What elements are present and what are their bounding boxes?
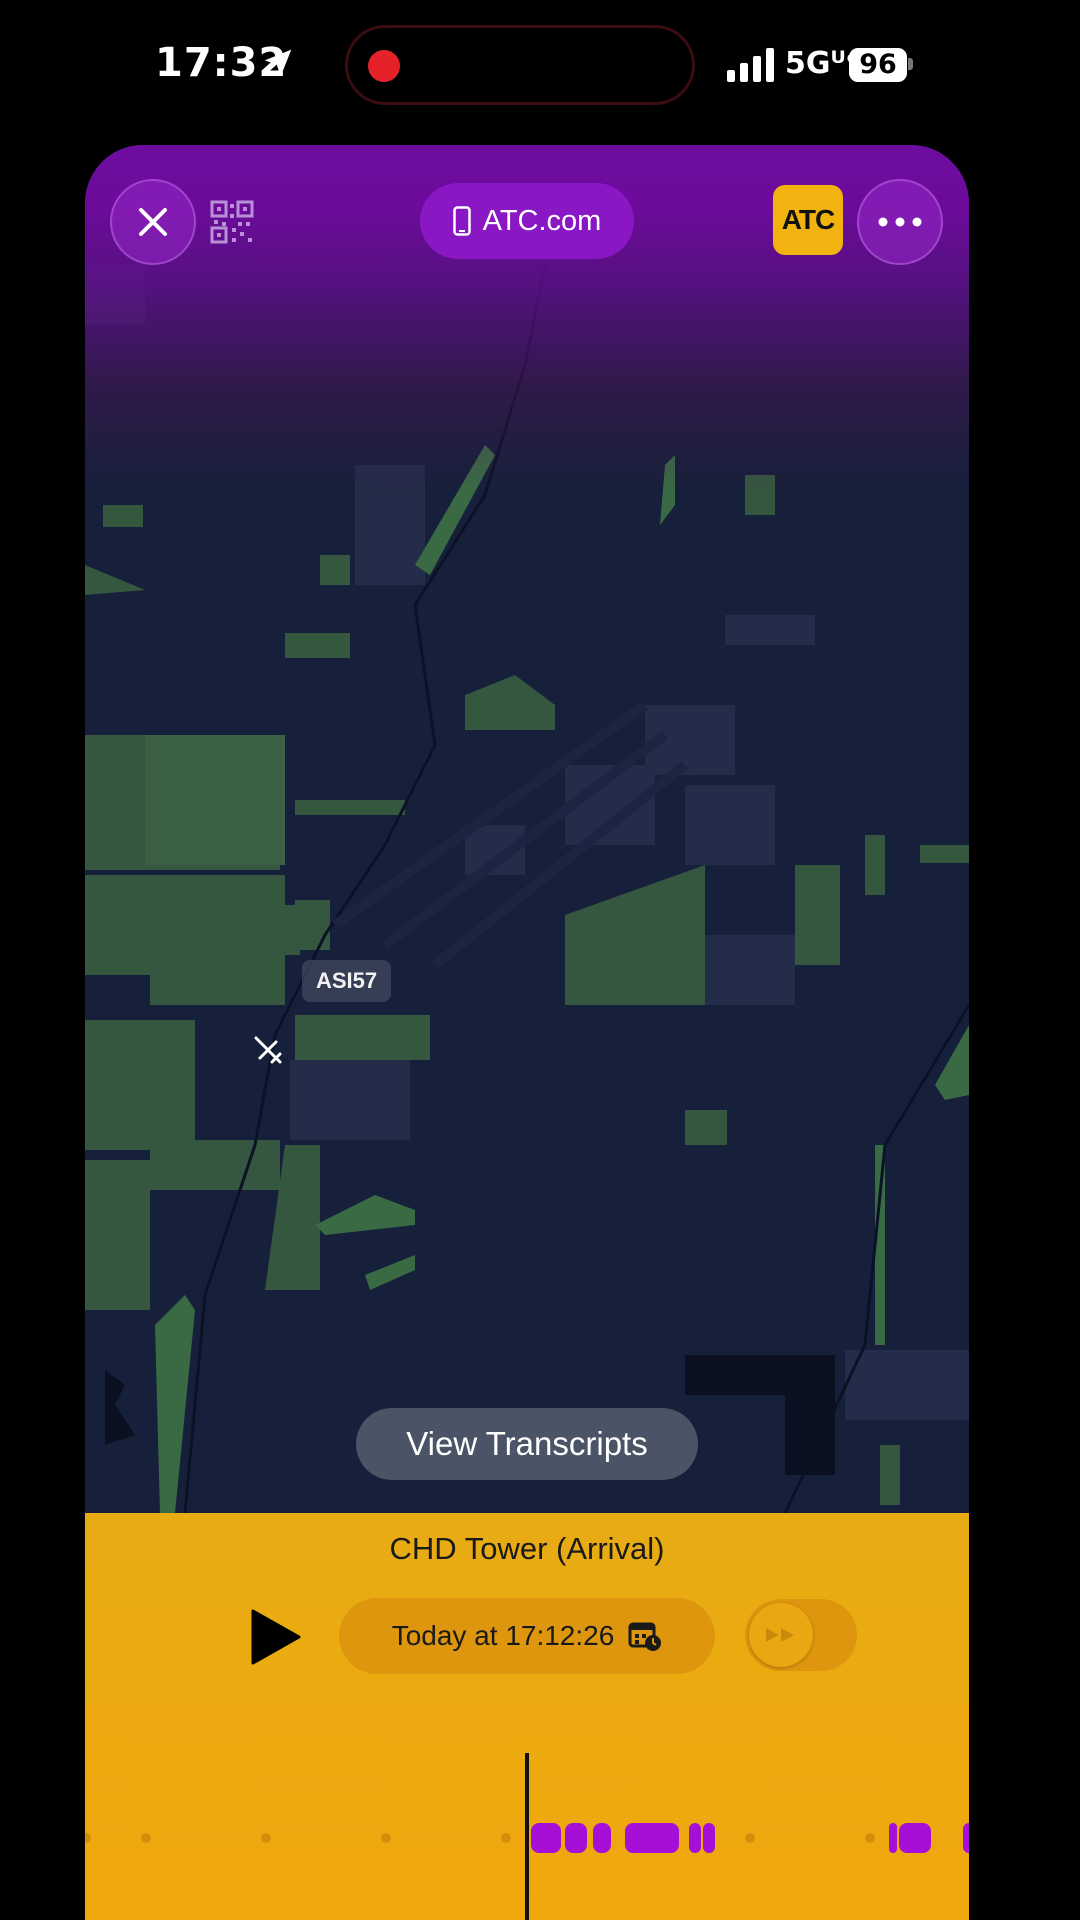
aircraft-icon[interactable]	[250, 1032, 286, 1068]
status-bar: 17:32 5Gᵁᶜ 96	[0, 0, 1080, 130]
recording-dot-icon	[368, 50, 400, 82]
timeline-dot	[745, 1833, 755, 1843]
transmission-segment[interactable]	[889, 1823, 897, 1853]
timeline-dot	[85, 1833, 91, 1843]
timeline-dot	[261, 1833, 271, 1843]
dynamic-island	[345, 25, 695, 105]
close-icon	[139, 208, 167, 236]
transmission-segment[interactable]	[565, 1823, 587, 1853]
close-button[interactable]	[110, 179, 196, 265]
location-arrow-icon	[264, 49, 292, 77]
date-time-picker[interactable]: Today at 17:12:26	[339, 1598, 715, 1674]
timeline-dot	[501, 1833, 511, 1843]
battery-nub	[908, 58, 913, 70]
web-card: ATC.com ATC ASI57 View Transcripts CHD T…	[85, 145, 969, 1920]
playhead[interactable]	[525, 1753, 529, 1920]
view-transcripts-button[interactable]: View Transcripts	[356, 1408, 698, 1480]
transmission-segment[interactable]	[963, 1823, 969, 1853]
aircraft-callsign-label[interactable]: ASI57	[302, 960, 392, 1002]
play-button[interactable]	[249, 1609, 301, 1665]
transmission-segment[interactable]	[625, 1823, 679, 1853]
transmission-segment[interactable]	[531, 1823, 561, 1853]
timestamp-text: Today at 17:12:26	[391, 1620, 615, 1651]
url-text: ATC.com	[482, 204, 602, 237]
transmission-segment[interactable]	[899, 1823, 931, 1853]
fast-forward-toggle[interactable]	[745, 1599, 857, 1671]
url-bar[interactable]: ATC.com	[420, 183, 634, 259]
network-type: 5Gᵁᶜ	[785, 46, 859, 81]
timeline-dot	[865, 1833, 875, 1843]
transmission-segment[interactable]	[703, 1823, 715, 1853]
more-options-button[interactable]	[857, 179, 943, 265]
signal-bars-icon	[727, 48, 774, 82]
feed-title: CHD Tower (Arrival)	[389, 1531, 665, 1566]
transmission-segment[interactable]	[593, 1823, 611, 1853]
more-icon	[878, 217, 922, 227]
timeline-dot	[141, 1833, 151, 1843]
atc-logo[interactable]: ATC	[773, 185, 843, 255]
calendar-clock-icon	[628, 1622, 662, 1651]
transmission-segment[interactable]	[689, 1823, 701, 1853]
phone-icon	[452, 206, 471, 236]
audio-timeline[interactable]	[85, 1753, 969, 1920]
qr-code-icon[interactable]	[210, 200, 254, 244]
toggle-knob	[749, 1603, 813, 1667]
fast-forward-icon	[766, 1628, 794, 1642]
timeline-dot	[381, 1833, 391, 1843]
audio-player: CHD Tower (Arrival) Today at 17:12:26	[85, 1513, 969, 1920]
battery-level: 96	[849, 48, 907, 82]
